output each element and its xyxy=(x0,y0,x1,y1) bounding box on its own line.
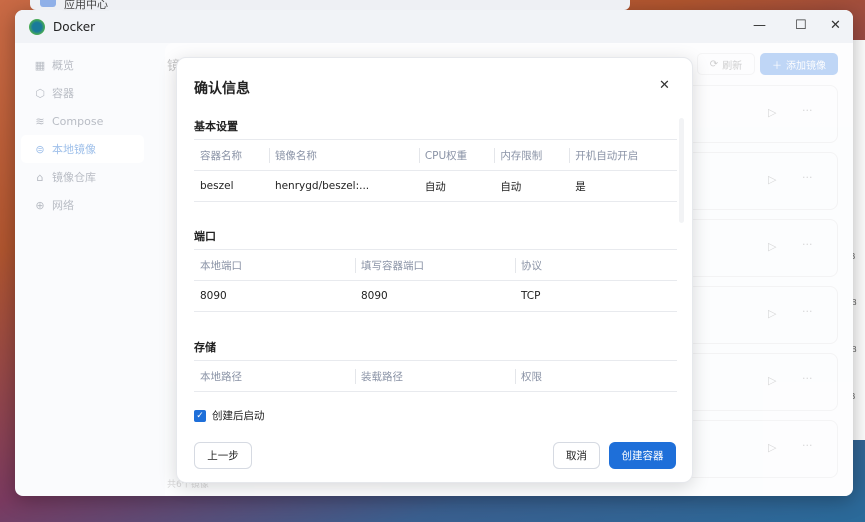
sidebar-item-label: 概览 xyxy=(52,59,74,72)
plus-icon: ＋ xyxy=(772,60,782,72)
basic-settings-table: 容器名称 镜像名称 CPU权重 内存限制 开机自动开启 beszel henrygd/be… xyxy=(194,139,677,202)
table-cell: henrygd/beszel:... xyxy=(268,170,419,202)
play-icon[interactable]: ▷ xyxy=(768,240,776,253)
column-header: 容器名称 xyxy=(194,139,269,171)
sidebar-item-label: 容器 xyxy=(52,87,74,100)
add-image-button[interactable]: ＋ 添加镜像 xyxy=(760,53,838,75)
refresh-label: 刷新 xyxy=(722,60,743,72)
more-icon[interactable]: ··· xyxy=(802,104,813,117)
table-row: 8090 8090 TCP xyxy=(194,280,677,312)
play-icon[interactable]: ▷ xyxy=(768,374,776,387)
more-icon[interactable]: ··· xyxy=(802,305,813,318)
sidebar-item-compose[interactable]: ≋ Compose xyxy=(21,107,144,135)
start-after-create-checkbox[interactable]: ✓ 创建后启动 xyxy=(194,408,265,423)
layers-icon: ≋ xyxy=(35,114,45,128)
create-container-button[interactable]: 创建容器 xyxy=(609,442,676,469)
play-icon[interactable]: ▷ xyxy=(768,173,776,186)
background-window: 应用中心 xyxy=(30,0,630,11)
cancel-button[interactable]: 取消 xyxy=(553,442,600,469)
store-icon xyxy=(40,0,56,7)
close-window-button[interactable]: ✕ xyxy=(830,18,841,33)
table-row: beszel henrygd/beszel:... 自动 自动是 xyxy=(194,170,677,202)
close-icon[interactable]: ✕ xyxy=(659,78,670,93)
storage-heading: 存储 xyxy=(194,341,216,354)
grid-icon: ▦ xyxy=(34,58,46,72)
table-cell: 自动 xyxy=(418,170,495,202)
storage-table: 本地路径 装载路径 权限 xyxy=(194,360,677,392)
basic-settings-heading: 基本设置 xyxy=(194,120,238,133)
column-header: 内存限制 xyxy=(494,139,570,171)
more-icon[interactable]: ··· xyxy=(802,171,813,184)
background-app-label: 应用中心 xyxy=(62,0,110,11)
add-image-label: 添加镜像 xyxy=(786,60,826,72)
play-icon[interactable]: ▷ xyxy=(768,307,776,320)
refresh-icon: ⟳ xyxy=(709,58,719,70)
scrollbar[interactable] xyxy=(679,118,684,223)
docker-logo-icon xyxy=(29,18,45,35)
title-bar: Docker — ☐ ✕ xyxy=(15,10,853,43)
play-icon[interactable]: ▷ xyxy=(768,106,776,119)
more-icon[interactable]: ··· xyxy=(802,439,813,452)
table-cell: 自动 xyxy=(494,170,570,202)
sidebar-item-containers[interactable]: ⬡ 容器 xyxy=(21,79,144,107)
ports-table: 本地端口 填写容器端口 协议 8090 8090 TCP xyxy=(194,249,677,312)
column-header: 镜像名称 xyxy=(268,139,419,171)
back-button[interactable]: 上一步 xyxy=(194,442,252,469)
table-cell: 8090 xyxy=(194,280,355,312)
maximize-button[interactable]: ☐ xyxy=(795,18,807,33)
disk-icon: ⊜ xyxy=(35,142,45,156)
sidebar-item-label: 网络 xyxy=(52,199,74,212)
checkbox-label: 创建后启动 xyxy=(212,410,265,422)
more-icon[interactable]: ··· xyxy=(802,238,813,251)
more-icon[interactable]: ··· xyxy=(802,372,813,385)
sidebar-item-local-images[interactable]: ⊜ 本地镜像 xyxy=(21,135,144,163)
column-header: 开机自动开启 xyxy=(569,139,677,171)
dialog-title: 确认信息 xyxy=(194,81,250,97)
play-icon[interactable]: ▷ xyxy=(768,441,776,454)
column-header: 协议 xyxy=(515,249,677,281)
globe-icon: ⊕ xyxy=(35,198,45,212)
sidebar-item-label: Compose xyxy=(52,114,104,128)
ports-heading: 端口 xyxy=(194,230,216,243)
sidebar: ▦ 概览 ⬡ 容器 ≋ Compose ⊜ 本地镜像 ⌂ 镜像仓库 ⊕ 网络 xyxy=(15,43,150,496)
refresh-button[interactable]: ⟳ 刷新 xyxy=(697,53,755,75)
column-header: 装载路径 xyxy=(355,360,515,392)
column-header: 填写容器端口 xyxy=(355,249,515,281)
column-header: CPU权重 xyxy=(418,139,495,171)
table-cell: 是 xyxy=(569,170,677,202)
table-cell: TCP xyxy=(515,280,677,312)
home-icon: ⌂ xyxy=(36,170,44,184)
sidebar-item-label: 镜像仓库 xyxy=(52,171,96,184)
sidebar-item-network[interactable]: ⊕ 网络 xyxy=(21,191,144,219)
confirm-dialog: 确认信息 ✕ 基本设置 容器名称 镜像名称 CPU权重 内存限制 开机自动开启 besz… xyxy=(176,57,693,483)
table-cell: beszel xyxy=(194,170,269,202)
checkmark-icon[interactable]: ✓ xyxy=(194,409,206,422)
table-cell: 8090 xyxy=(355,280,515,312)
column-header: 权限 xyxy=(515,360,677,392)
sidebar-item-registry[interactable]: ⌂ 镜像仓库 xyxy=(21,163,144,191)
column-header: 本地端口 xyxy=(194,249,355,281)
sidebar-item-overview[interactable]: ▦ 概览 xyxy=(21,51,144,79)
cube-icon: ⬡ xyxy=(35,86,45,100)
column-header: 本地路径 xyxy=(194,360,355,392)
minimize-button[interactable]: — xyxy=(753,18,766,33)
sidebar-item-label: 本地镜像 xyxy=(52,143,96,156)
window-title: Docker xyxy=(53,19,96,34)
